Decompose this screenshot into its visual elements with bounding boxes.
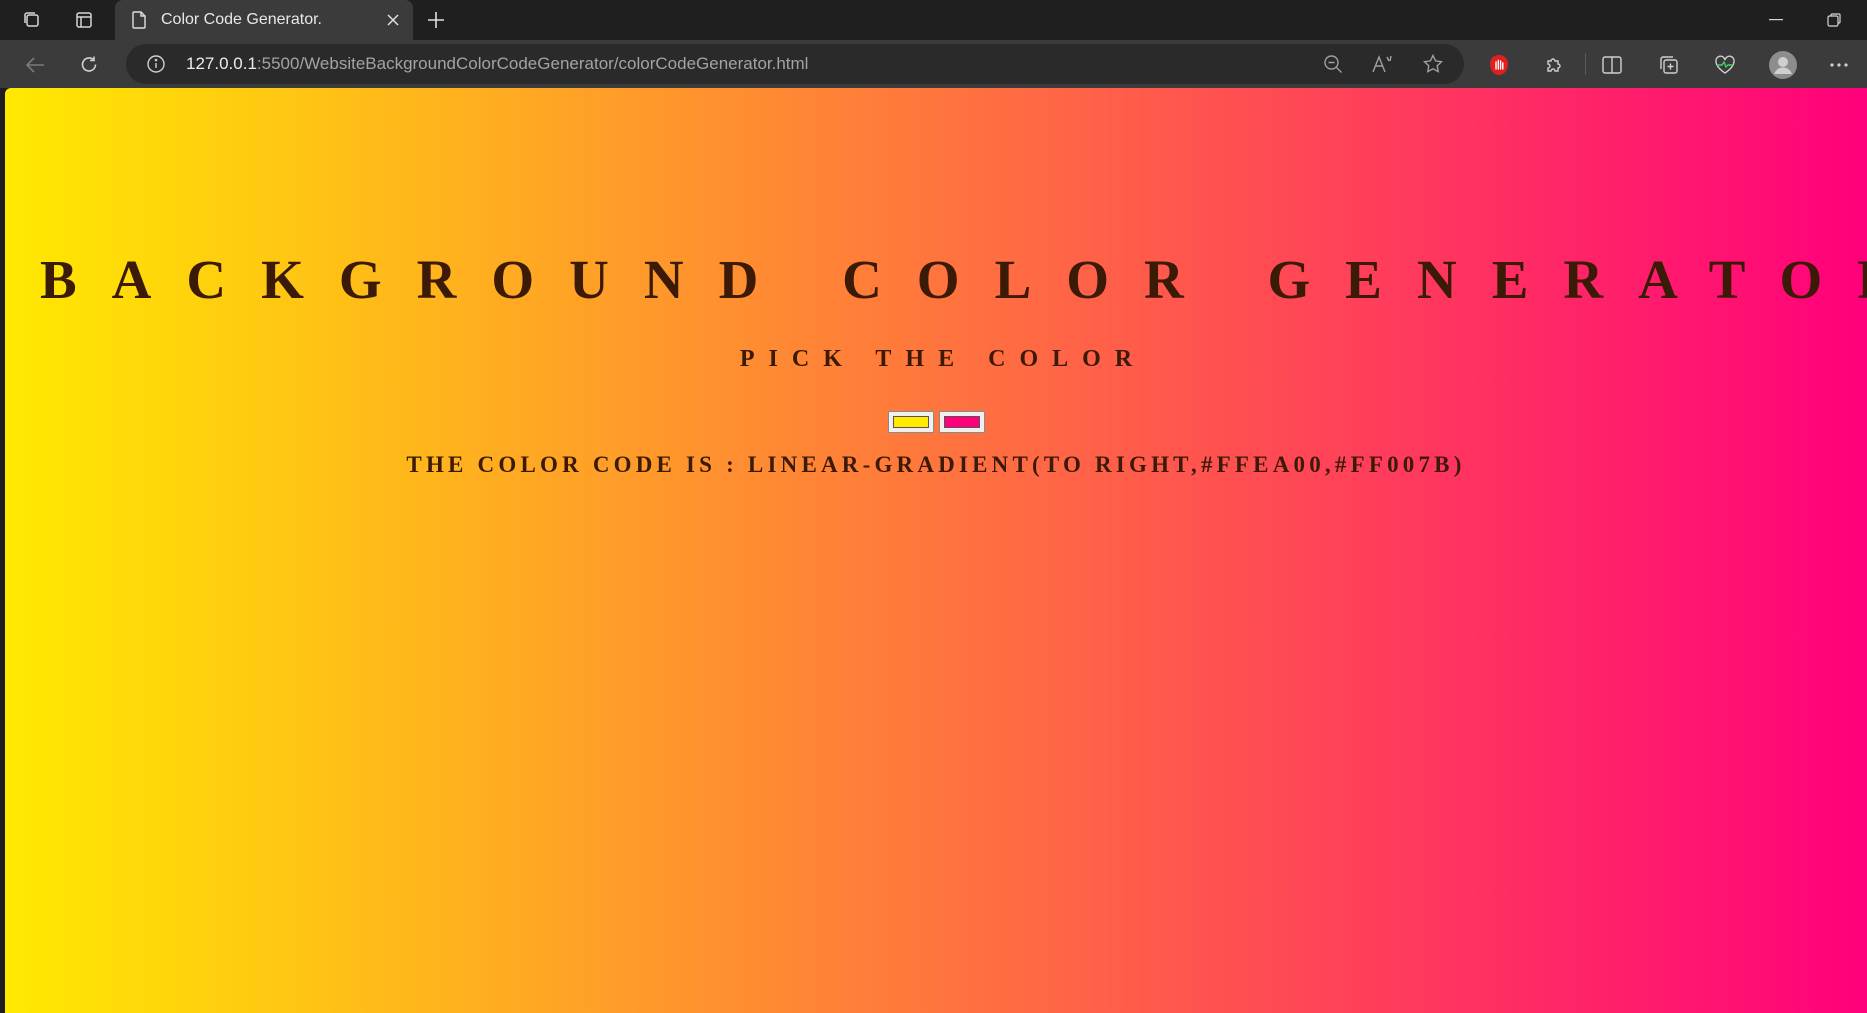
url-path: :5500/WebsiteBackgroundColorCodeGenerato… [256, 54, 809, 73]
collections-icon[interactable] [18, 6, 46, 34]
toolbar: 127.0.0.1:5500/WebsiteBackgroundColorCod… [0, 40, 1867, 88]
address-bar[interactable]: 127.0.0.1:5500/WebsiteBackgroundColorCod… [126, 44, 1464, 84]
read-aloud-icon[interactable] [1369, 50, 1397, 78]
browser-essentials-icon[interactable] [1708, 48, 1742, 82]
page-subtitle: PICK THE COLOR [739, 346, 1147, 372]
puzzle-icon[interactable] [1537, 48, 1571, 82]
url-host: 127.0.0.1 [186, 54, 257, 73]
profile-avatar-icon[interactable] [1766, 48, 1800, 82]
zoom-out-icon[interactable] [1319, 50, 1347, 78]
collections-add-icon[interactable] [1652, 48, 1686, 82]
tab-strip: Color Code Generator. [0, 0, 1867, 40]
red-hand-extension-icon[interactable] [1482, 48, 1516, 82]
info-icon[interactable] [142, 50, 170, 78]
page-title: BACKGROUND COLOR GENERATOR [40, 249, 1867, 310]
toolbar-divider [1585, 53, 1586, 75]
back-arrow-icon[interactable] [18, 48, 52, 82]
color-input-1[interactable] [887, 411, 934, 433]
tab-actions-icon[interactable] [70, 6, 98, 34]
restore-icon[interactable] [1806, 0, 1862, 40]
color-input-2-swatch [943, 416, 980, 428]
page-viewport: BACKGROUND COLOR GENERATOR PICK THE COLO… [5, 88, 1867, 1013]
star-icon[interactable] [1419, 50, 1447, 78]
close-icon[interactable] [381, 8, 405, 32]
color-input-1-swatch [892, 416, 929, 428]
url-text[interactable]: 127.0.0.1:5500/WebsiteBackgroundColorCod… [186, 44, 808, 84]
refresh-icon[interactable] [72, 48, 106, 82]
page-icon [131, 11, 147, 29]
plus-icon[interactable] [422, 6, 450, 34]
color-pickers [5, 411, 1867, 433]
color-code-text: THE COLOR CODE IS : LINEAR-GRADIENT(TO R… [406, 452, 1466, 477]
tab-title: Color Code Generator. [161, 11, 322, 28]
tab-active[interactable]: Color Code Generator. [115, 0, 413, 40]
minimize-icon[interactable] [1748, 0, 1804, 40]
split-screen-icon[interactable] [1595, 48, 1629, 82]
color-input-2[interactable] [938, 411, 985, 433]
more-icon[interactable] [1822, 48, 1856, 82]
browser-window: Color Code Generator. 127.0.0.1:5500/Web… [0, 0, 1867, 1013]
